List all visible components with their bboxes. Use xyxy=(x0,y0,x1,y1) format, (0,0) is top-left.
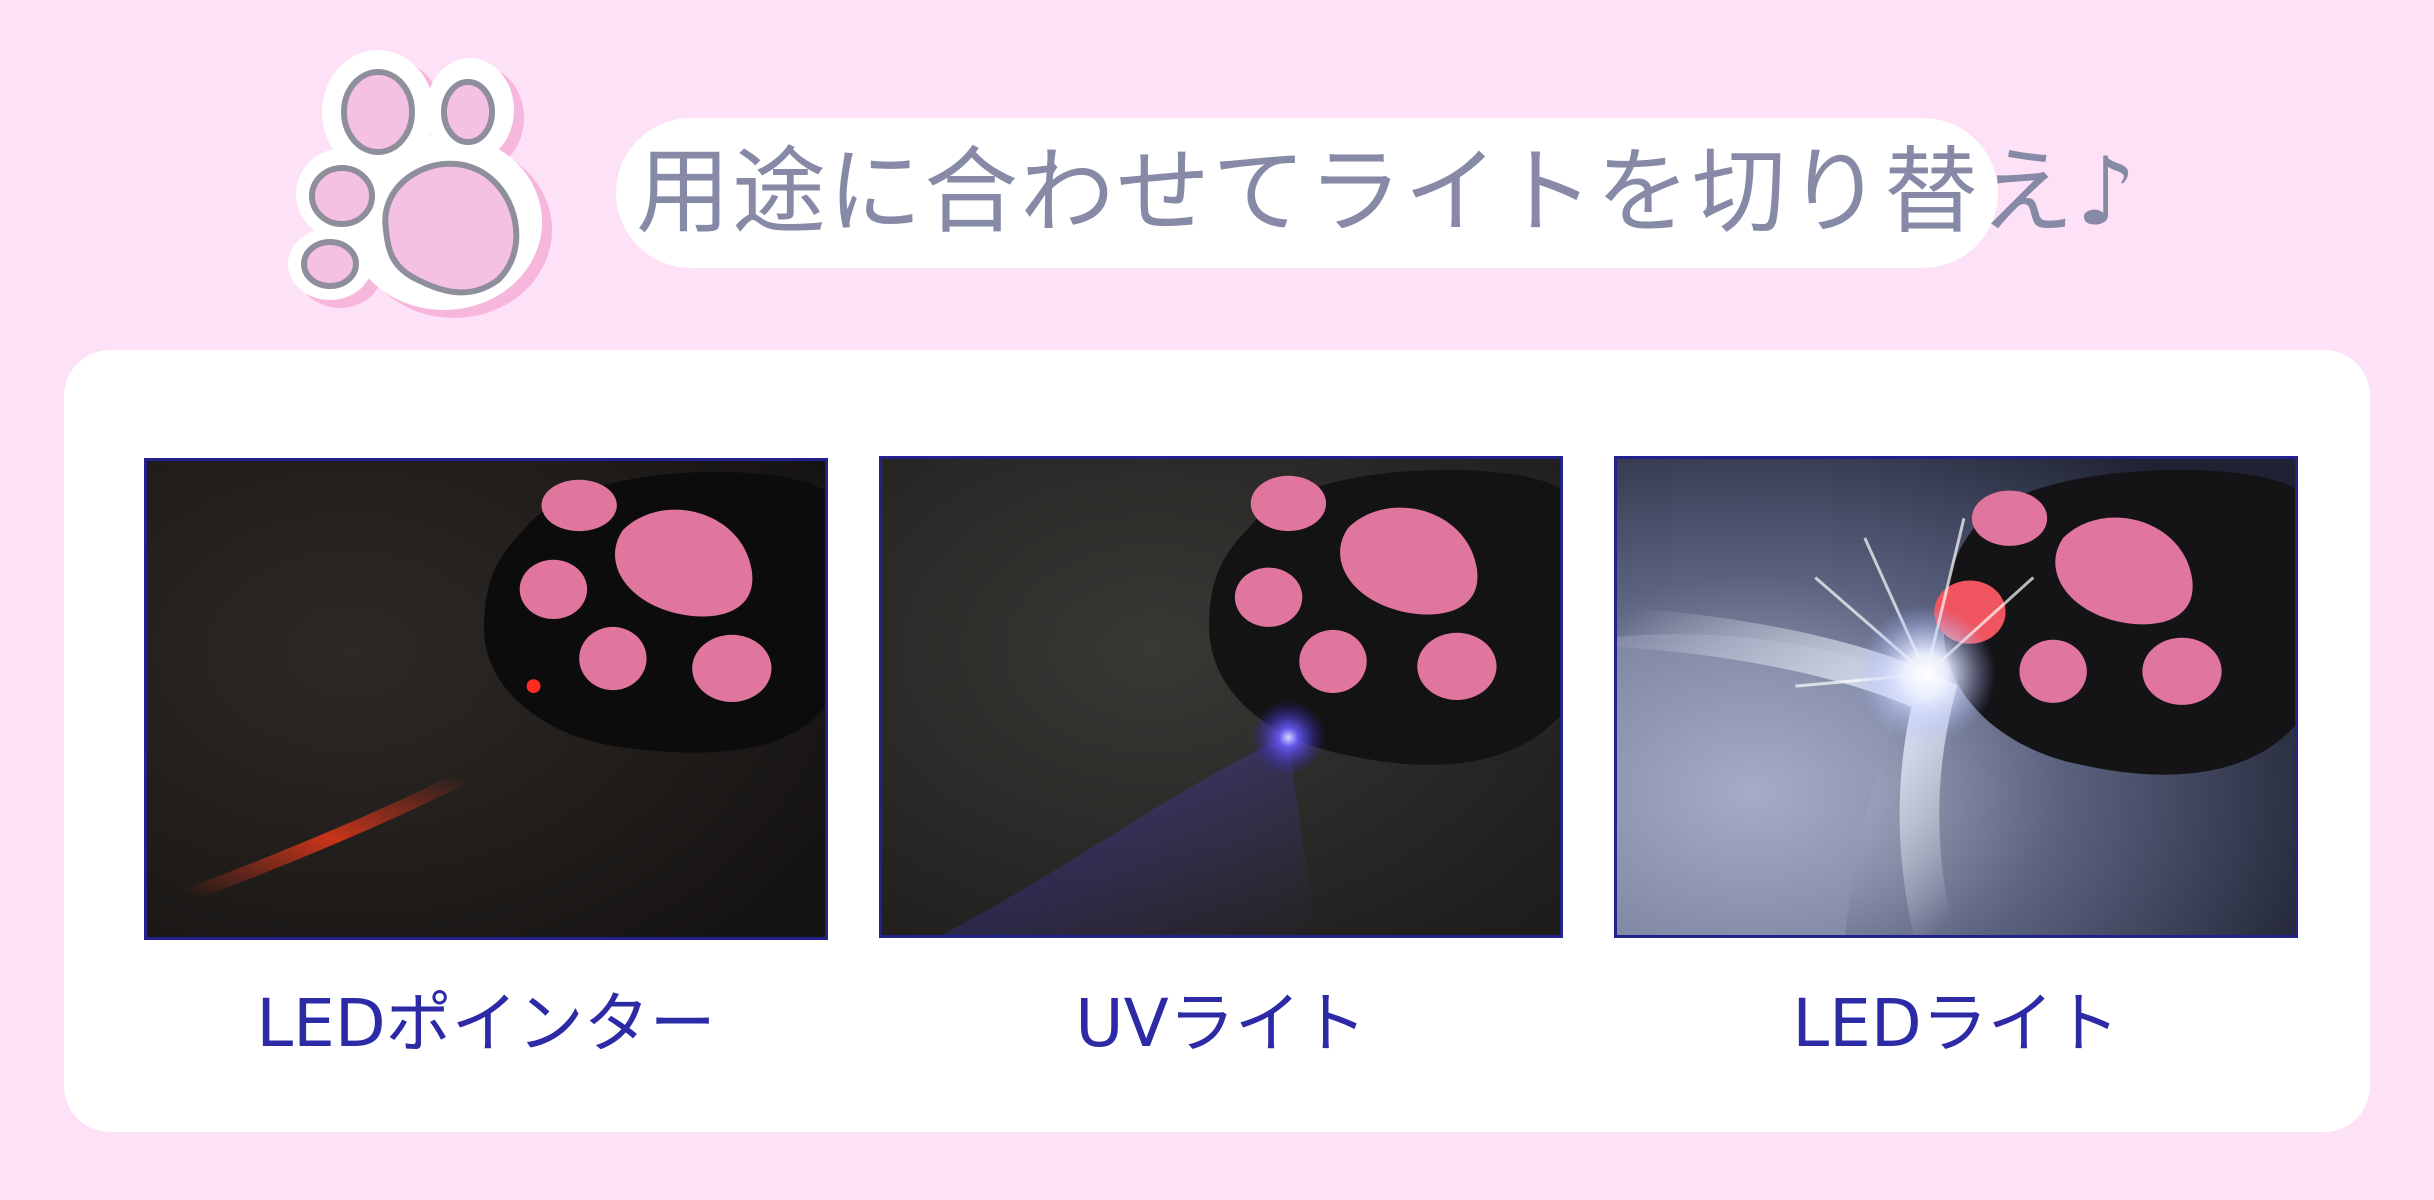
page-title: 用途に合わせてライトを切り替え♪ xyxy=(636,138,2138,247)
led-pointer-photo xyxy=(144,458,828,940)
caption-led-pointer: LEDポインター xyxy=(256,985,716,1062)
paw-print-icon xyxy=(288,50,552,318)
light-modes-card: LEDポインター UVライト LEDライト xyxy=(64,350,2370,1132)
uv-light-photo xyxy=(879,456,1563,938)
caption-uv-light: UVライト xyxy=(1075,985,1367,1062)
header: 用途に合わせてライトを切り替え♪ xyxy=(0,0,2434,340)
led-light-photo xyxy=(1614,456,2298,938)
caption-led-light: LEDライト xyxy=(1792,985,2120,1062)
